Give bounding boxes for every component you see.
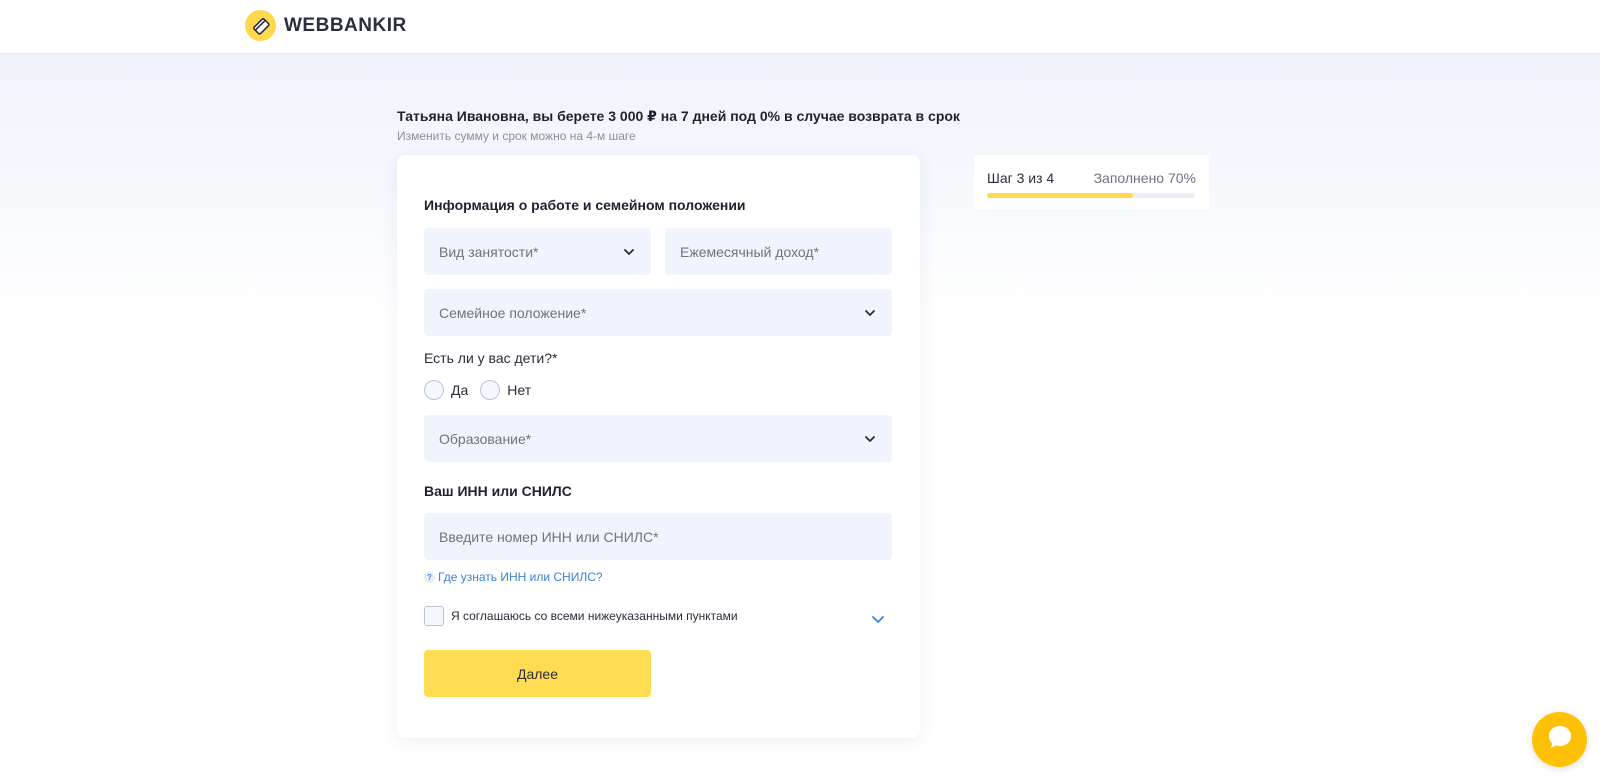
logo[interactable]: WEBBANKIR xyxy=(245,10,407,41)
offer-headline: Татьяна Ивановна, вы берете 3 000 ₽ на 7… xyxy=(397,108,960,124)
progress-bar xyxy=(987,193,1195,198)
agree-text[interactable]: Я соглашаюсь со всеми нижеуказанными пун… xyxy=(451,609,738,623)
application-form-card: Информация о работе и семейном положении… xyxy=(397,155,920,738)
section-title-inn: Ваш ИНН или СНИЛС xyxy=(424,483,572,499)
education-placeholder: Образование* xyxy=(439,430,532,447)
inn-help-link[interactable]: ? Где узнать ИНН или СНИЛС? xyxy=(424,570,603,584)
offer-subline: Изменить сумму и срок можно на 4-м шаге xyxy=(397,129,636,143)
children-yes-label[interactable]: Да xyxy=(451,382,468,398)
employment-select[interactable]: Вид занятости* xyxy=(424,228,651,275)
progress-bar-fill xyxy=(987,193,1133,198)
children-radio-group: Да Нет xyxy=(424,380,543,400)
inn-placeholder: Введите номер ИНН или СНИЛС* xyxy=(439,528,659,545)
marital-status-select[interactable]: Семейное положение* xyxy=(424,289,892,336)
inn-snils-input[interactable]: Введите номер ИНН или СНИЛС* xyxy=(424,513,892,560)
children-yes-radio[interactable] xyxy=(424,380,444,400)
filled-percent: Заполнено 70% xyxy=(1093,170,1196,186)
webbankir-logo-icon xyxy=(245,10,276,41)
chevron-down-icon xyxy=(864,306,876,322)
next-button[interactable]: Далее xyxy=(424,650,651,697)
chevron-down-icon xyxy=(864,432,876,448)
agree-row: Я соглашаюсь со всеми нижеуказанными пун… xyxy=(424,606,738,626)
step-indicator: Шаг 3 из 4 xyxy=(987,170,1055,186)
chat-button[interactable] xyxy=(1532,712,1587,767)
progress-panel: Шаг 3 из 4 Заполнено 70% xyxy=(974,155,1209,209)
chevron-down-icon xyxy=(623,245,635,261)
chat-bubble-icon xyxy=(1546,723,1574,756)
education-select[interactable]: Образование* xyxy=(424,415,892,462)
site-header: WEBBANKIR xyxy=(0,0,1600,53)
expand-terms-chevron-down-icon[interactable] xyxy=(871,613,885,631)
children-question: Есть ли у вас дети?* xyxy=(424,350,558,366)
question-icon: ? xyxy=(424,571,435,583)
agree-checkbox[interactable] xyxy=(424,606,444,626)
children-no-radio[interactable] xyxy=(480,380,501,400)
employment-placeholder: Вид занятости* xyxy=(439,243,539,260)
logo-text: WEBBANKIR xyxy=(284,14,407,36)
monthly-income-input[interactable]: Ежемесячный доход* xyxy=(665,228,892,275)
inn-help-link-text[interactable]: Где узнать ИНН или СНИЛС? xyxy=(438,570,603,584)
children-no-label[interactable]: Нет xyxy=(507,382,531,398)
section-title-work: Информация о работе и семейном положении xyxy=(424,197,746,213)
income-placeholder: Ежемесячный доход* xyxy=(680,243,820,260)
marital-placeholder: Семейное положение* xyxy=(439,304,587,321)
